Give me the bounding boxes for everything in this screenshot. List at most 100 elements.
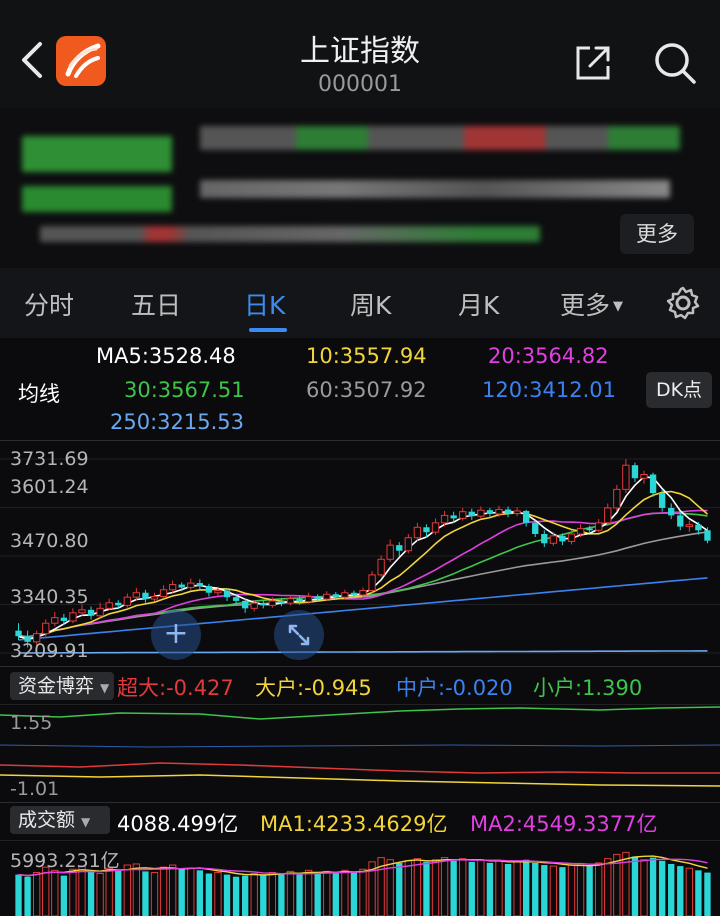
volume-bar [142,871,149,916]
volume-bar [115,870,122,916]
ma30-value: 30:3567.51 [124,378,245,402]
volume-bar [168,864,177,916]
candle-body [586,528,593,531]
price-tick-4: 3340.35 [10,586,89,608]
volume-bar [78,865,86,916]
volume-bar [567,864,576,916]
price-blur [22,136,172,172]
volume-bar [187,867,195,916]
candle-body [368,574,376,592]
candle-body [150,595,159,600]
candle-body [377,558,385,576]
volume-bar [477,859,485,916]
fund-divider [0,666,720,667]
volume-bar [232,876,240,916]
volume-bar [205,873,213,916]
volume-bar [241,875,249,916]
candle [513,507,521,517]
volume-bar [495,860,503,916]
crosshair-button[interactable]: + [151,610,201,660]
candle [549,532,558,546]
quote-more-button[interactable]: 更多 [620,214,694,254]
candle-body [386,544,394,560]
tab-monthly-k[interactable]: 月K [458,286,499,322]
gear-icon[interactable] [666,286,700,320]
tab-five-day[interactable]: 五日 [131,286,181,322]
expand-icon [288,624,310,646]
candle-body [504,509,512,514]
volume-bar [404,860,412,916]
candle-body [486,510,494,514]
candle-body [604,507,612,524]
candle-body [640,474,648,479]
large-flow: 大户:-0.945 [255,676,372,700]
share-icon[interactable] [572,42,614,84]
candle [685,520,694,532]
fund-axis-bottom: -1.01 [10,778,60,800]
candle-body [549,535,558,544]
candle [69,608,77,624]
candle-body [178,584,185,588]
ma250-value: 250:3215.53 [110,410,244,434]
tab-weekly-k[interactable]: 周K [350,286,391,322]
candle [541,530,548,548]
volume-bar [413,858,422,916]
candle-body [115,602,122,606]
candle [260,600,267,609]
candle-body [513,510,521,515]
candle [459,507,467,521]
dk-point-button[interactable]: DK点 [646,372,712,408]
volume-bar [640,859,648,916]
candle-body [296,598,303,602]
candle [51,612,59,627]
candle [431,518,440,535]
volume-bar [549,865,558,916]
candle-body [142,592,149,600]
volume-bar [695,870,702,916]
candle-body [595,522,603,531]
volume-ma2: MA2:4549.3377亿 [470,812,658,836]
candle-body [205,586,213,593]
tab-intraday[interactable]: 分时 [24,286,74,322]
candle [622,459,630,494]
fund-flow-selector[interactable]: 资金博弈 ▼ [10,672,114,700]
triangle-down-icon: ▼ [100,681,110,695]
triangle-down-icon: ▼ [613,299,624,314]
tab-more[interactable]: 更多 ▼ [560,286,623,322]
candle-body [468,511,475,517]
medium-flow: 中户:-0.020 [396,676,513,700]
candle-body [323,593,331,600]
candle [413,522,422,541]
volume-bar [396,862,403,916]
fullscreen-button[interactable] [274,610,324,660]
ma20-value: 20:3564.82 [488,344,609,368]
candlestick-chart[interactable] [0,441,720,665]
candle [522,509,530,527]
candle [668,503,675,520]
volume-bar [423,861,430,916]
volume-selector[interactable]: 成交额 ▼ [10,806,110,834]
plus-icon: + [163,616,189,651]
candle [196,579,204,590]
candle-body [304,595,313,603]
volume-bar [595,862,603,916]
tab-daily-k[interactable]: 日K [244,286,285,322]
volume-bar [223,874,231,916]
volume-axis-top: 5993.231亿 [10,850,120,872]
candle [159,585,168,599]
candle [477,506,485,520]
super-large-flow: 超大:-0.427 [117,676,234,700]
candle-body [15,630,22,637]
ma5-value: MA5:3528.48 [96,344,236,368]
candle [286,595,295,606]
volume-bar [522,859,530,916]
volume-value: 4088.499亿 [117,812,239,836]
search-icon[interactable] [652,40,698,86]
volume-bar [513,861,521,916]
volume-bar [541,865,548,916]
volume-bar [278,873,285,916]
volume-bar [440,857,449,916]
change-blur [22,186,172,212]
volume-bar [323,870,331,916]
volume-bar [250,873,258,916]
